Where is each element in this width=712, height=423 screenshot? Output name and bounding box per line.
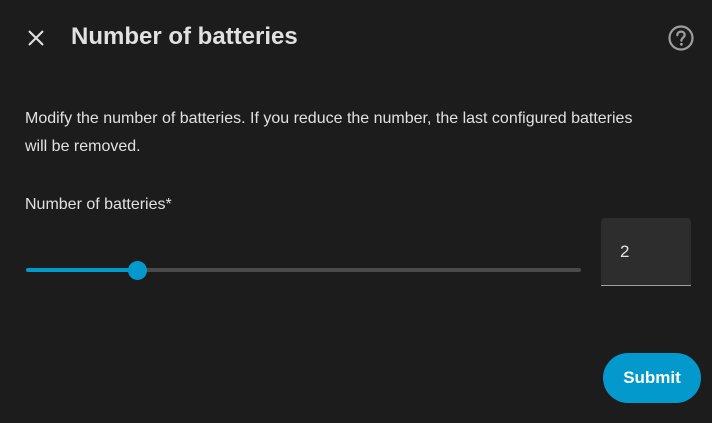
help-circle-icon [668,25,694,51]
battery-count-slider[interactable] [26,256,581,284]
close-button[interactable] [20,22,52,54]
dialog-title: Number of batteries [71,23,298,50]
battery-count-input[interactable] [601,218,691,285]
close-icon [28,30,44,46]
help-button[interactable] [664,21,698,55]
submit-button[interactable]: Submit [603,353,701,403]
battery-count-label: Number of batteries* [25,196,172,213]
battery-count-field [601,218,691,286]
dialog-header: Number of batteries [0,0,712,74]
slider-thumb[interactable] [128,261,147,280]
battery-count-dialog: Number of batteries Modify the number of… [0,0,712,423]
slider-fill [26,268,137,272]
dialog-description: Modify the number of batteries. If you r… [25,110,633,155]
